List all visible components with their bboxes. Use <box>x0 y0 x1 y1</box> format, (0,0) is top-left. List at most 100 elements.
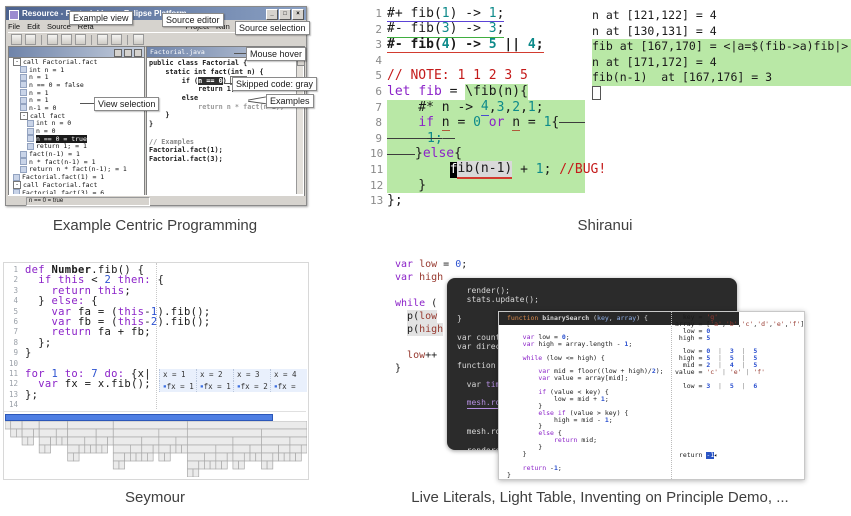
callout-source-editor: Source editor <box>162 13 224 27</box>
tree-row[interactable]: -call Factorial.fact <box>10 181 143 189</box>
toolbar-icon[interactable] <box>75 34 86 45</box>
expander-icon[interactable]: - <box>13 181 21 189</box>
toolbar-icon[interactable] <box>47 34 58 45</box>
tree-row[interactable]: n = 1 <box>10 73 143 81</box>
variable-icon <box>13 174 20 181</box>
expander-icon[interactable]: - <box>20 112 28 120</box>
variable-icon <box>20 158 27 165</box>
probe-dot-icon: ▪ <box>274 383 278 390</box>
variable-icon <box>20 166 27 173</box>
caption-example-centric: Example Centric Programming <box>5 217 305 234</box>
connector-line <box>234 53 246 54</box>
values-separator <box>671 312 672 479</box>
tree-row[interactable]: n * fact(n-1) = 1 <box>10 158 143 166</box>
probe-dot-icon: ▪ <box>237 383 241 390</box>
toolbar-icon[interactable] <box>11 34 22 45</box>
variable-icon <box>27 120 34 127</box>
variable-icon <box>20 74 27 81</box>
seymour-trace-chart[interactable] <box>4 411 306 478</box>
callout-example-view: Example view <box>69 11 133 25</box>
shiranui-editor[interactable]: 12345678910111213 #+ fib(1) -> 1;#- fib(… <box>370 6 585 210</box>
callout-source-selection: Source selection <box>235 21 310 35</box>
menu-item-file[interactable]: File <box>8 21 20 32</box>
source-editor-pane: Factorial.java public class Factorial { … <box>146 46 305 196</box>
tree-row[interactable]: Factorial.fact(3) = 6 <box>10 189 143 194</box>
seymour-panel: 1234567891011121314 def Number.fib() { i… <box>3 262 309 480</box>
toolbar-separator <box>91 35 92 45</box>
menu-item-edit[interactable]: Edit <box>27 21 40 32</box>
tree-row[interactable]: n == 0 = false <box>10 81 143 89</box>
figure-canvas: Resource - Factorial.java - Eclipse Plat… <box>0 0 851 516</box>
variable-icon <box>20 104 27 111</box>
close-button[interactable]: × <box>292 9 304 20</box>
variable-icon <box>20 81 27 88</box>
toolbar-icon[interactable] <box>25 34 36 45</box>
trace-loop-bar[interactable] <box>5 414 273 421</box>
probe-cell[interactable]: x = 1 <box>159 369 196 381</box>
tree-row[interactable]: return n * fact(n-1); = 1 <box>10 166 143 174</box>
toolbar-icon[interactable] <box>61 34 72 45</box>
example-view-pane: -call Factorial.factint n = 1n = 1n == 0… <box>8 46 145 196</box>
probe-dot-icon: ▪ <box>163 383 167 390</box>
variable-icon <box>20 89 27 96</box>
probe-dot-icon: ▪ <box>200 383 204 390</box>
tree-row[interactable]: n == 0 = true <box>10 135 143 143</box>
probe-cell[interactable]: x = 2 <box>196 369 233 381</box>
connector-line <box>224 83 232 84</box>
probe-cell[interactable]: ▪fx = <box>270 381 307 393</box>
eclipse-app-icon <box>9 10 19 20</box>
probe-cell[interactable]: x = 3 <box>233 369 270 381</box>
menu-item-source[interactable]: Source <box>47 21 71 32</box>
callout-view-selection: View selection <box>94 97 159 111</box>
variable-icon <box>13 189 20 194</box>
toolbar-separator <box>127 35 128 45</box>
view-toolbar-icons[interactable] <box>114 49 142 57</box>
callout-skipped-code: Skipped code: gray <box>232 77 317 91</box>
probe-cell[interactable]: ▪fx = 1 <box>159 381 196 393</box>
variable-icon <box>20 66 27 73</box>
eclipse-titlebar[interactable]: Resource - Factorial.java - Eclipse Plat… <box>6 7 306 20</box>
shiranui-output-panel[interactable]: n at [121,122] = 4n at [130,131] = 4fib … <box>592 8 851 101</box>
tree-row[interactable]: int n = 0 <box>10 120 143 128</box>
binary-search-code[interactable]: var low = 0; var high = array.length - 1… <box>507 327 664 479</box>
tree-row[interactable]: return 1; = 1 <box>10 143 143 151</box>
tree-row[interactable]: -call Factorial.fact <box>10 58 143 66</box>
tree-row[interactable]: n = 1 <box>10 89 143 97</box>
minimize-button[interactable]: _ <box>266 9 278 20</box>
caption-seymour: Seymour <box>3 489 307 506</box>
toolbar-icon[interactable] <box>97 34 108 45</box>
maximize-button[interactable]: □ <box>279 9 291 20</box>
trace-icicle[interactable] <box>5 421 307 477</box>
inventing-on-principle-window[interactable]: function binarySearch (key, array) { var… <box>498 311 805 480</box>
toolbar-separator <box>41 35 42 45</box>
probe-cell[interactable]: x = 4 <box>270 369 307 381</box>
status-text: n == 0 = true <box>26 197 150 206</box>
callout-mouse-hover: Mouse hover <box>246 47 306 61</box>
variable-icon <box>27 135 34 142</box>
callout-examples: Examples <box>266 94 314 108</box>
editor-tab-label[interactable]: Factorial.java <box>150 48 205 56</box>
tree-row[interactable]: fact(n-1) = 1 <box>10 150 143 158</box>
probe-cell[interactable]: ▪fx = 2 <box>233 381 270 393</box>
window-buttons: _ □ × <box>266 9 304 20</box>
example-view-tabbar[interactable] <box>9 47 144 58</box>
variable-icon <box>27 143 34 150</box>
seymour-probe-table[interactable]: x = 1x = 2x = 3x = 4▪fx = 1▪fx = 1▪fx = … <box>159 369 307 392</box>
execution-tree[interactable]: -call Factorial.factint n = 1n = 1n == 0… <box>10 58 143 194</box>
toolbar-icon[interactable] <box>111 34 122 45</box>
tree-row[interactable]: Factorial.fact(1) = 1 <box>10 173 143 181</box>
variable-icon <box>27 128 34 135</box>
shiranui-code[interactable]: #+ fib(1) -> 1;#- fib(3) -> 3;#- fib(4) … <box>387 6 585 209</box>
seymour-line-numbers: 1234567891011121314 <box>4 265 20 410</box>
probe-cell[interactable]: ▪fx = 1 <box>196 381 233 393</box>
tree-row[interactable]: -call fact <box>10 112 143 120</box>
caption-live-demos: Live Literals, Light Table, Inventing on… <box>390 489 810 506</box>
tree-row[interactable]: n = 0 <box>10 127 143 135</box>
shiranui-line-numbers: 12345678910111213 <box>370 6 386 209</box>
eclipse-statusbar: n == 0 = true <box>8 195 304 205</box>
toolbar-icon[interactable] <box>133 34 144 45</box>
tree-row[interactable]: int n = 1 <box>10 66 143 74</box>
expander-icon[interactable]: - <box>13 58 21 66</box>
caption-shiranui: Shiranui <box>480 217 730 234</box>
variable-icon <box>20 151 27 158</box>
